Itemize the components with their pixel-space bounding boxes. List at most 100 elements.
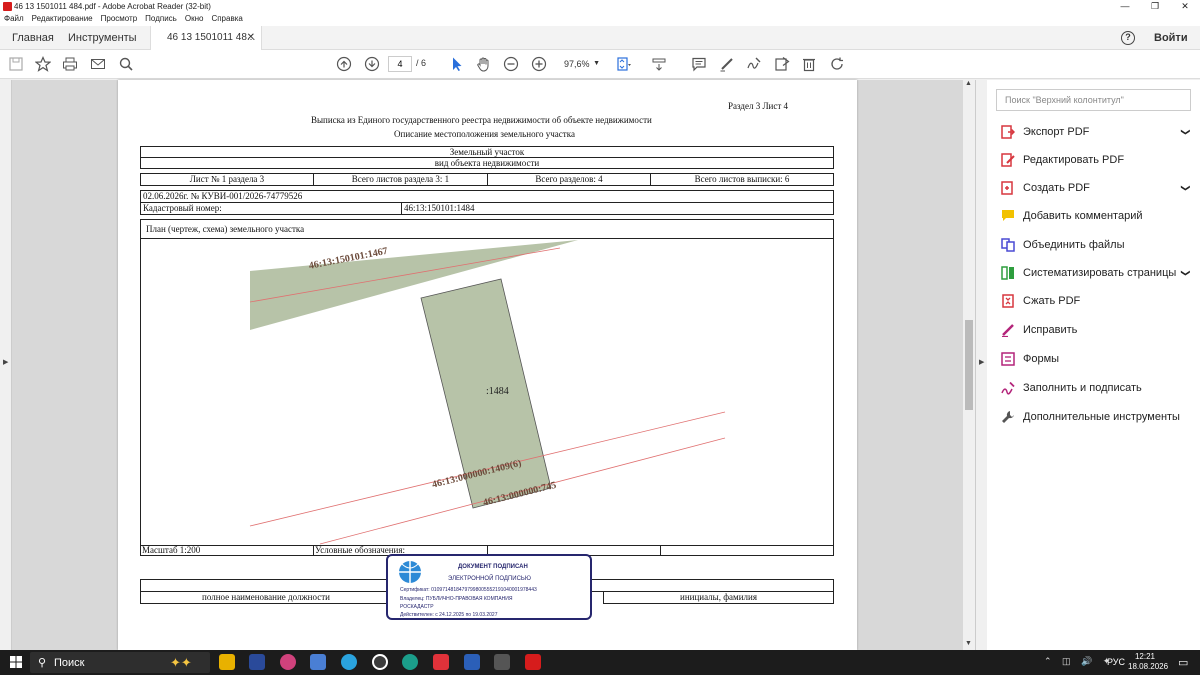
zoom-level-dropdown[interactable]: 97,6% ▼ — [558, 56, 606, 72]
document-subheading: Описание местоположения земельного участ… — [394, 129, 575, 139]
rotate-icon[interactable] — [829, 56, 845, 72]
tab-close-icon[interactable]: ✕ — [247, 26, 255, 50]
telegram-icon[interactable] — [341, 654, 357, 670]
comment-tool-icon — [1002, 210, 1014, 221]
scroll-mode-icon[interactable] — [651, 56, 667, 72]
taskbar-search-box[interactable]: ⚲ Поиск ✦✦ — [30, 652, 210, 673]
page-down-icon[interactable] — [364, 56, 380, 72]
zoom-out-icon[interactable] — [503, 56, 519, 72]
tool-export-pdf[interactable]: Экспорт PDF ❯ — [1001, 122, 1196, 142]
menu-view[interactable]: Просмотр — [101, 14, 138, 26]
app-icon-1[interactable] — [280, 654, 296, 670]
chevron-down-icon: ❯ — [1181, 269, 1192, 277]
sheets-total-cell: Всего листов выписки: 6 — [650, 173, 834, 186]
menu-help[interactable]: Справка — [211, 14, 242, 26]
stamp-owner-org: РОСКАДАСТР — [400, 604, 434, 610]
left-panel-toggle[interactable]: ▶ — [0, 80, 12, 650]
scroll-down-icon[interactable]: ▼ — [965, 640, 972, 647]
print-icon[interactable] — [62, 56, 78, 72]
electronic-signature-stamp: ДОКУМЕНТ ПОДПИСАН ЭЛЕКТРОННОЙ ПОДПИСЬЮ С… — [386, 554, 592, 620]
clock-time: 12:21 — [1134, 652, 1156, 661]
comment-icon[interactable] — [691, 56, 707, 72]
select-cursor-icon[interactable] — [449, 56, 465, 72]
highlight-pen-icon[interactable] — [719, 56, 735, 72]
system-tray-icons[interactable]: ⌃ ◫ 🔊 ✦ — [1044, 656, 1114, 667]
windows-start-icon[interactable] — [10, 656, 22, 668]
help-icon[interactable]: ? — [1121, 31, 1135, 45]
right-panel-toggle[interactable]: ▶ — [975, 80, 987, 650]
tool-more-tools[interactable]: Дополнительные инструменты — [1001, 407, 1196, 427]
acrobat-app-icon — [3, 2, 12, 11]
tool-organize-pages[interactable]: Систематизировать страницы ❯ — [1001, 263, 1196, 283]
page-up-icon[interactable] — [336, 56, 352, 72]
menu-sign[interactable]: Подпись — [145, 14, 177, 26]
acrobat-taskbar-icon[interactable] — [525, 654, 541, 670]
tool-create-pdf[interactable]: Создать PDF ❯ — [1001, 178, 1196, 198]
tool-compress-pdf[interactable]: Сжать PDF — [1001, 291, 1196, 311]
sign-icon[interactable] — [746, 56, 762, 72]
plan-title-cell: План (чертеж, схема) земельного участка — [140, 219, 834, 239]
page-number-input[interactable]: 4 — [388, 56, 412, 72]
fit-page-icon[interactable] — [616, 56, 632, 72]
share-icon[interactable] — [774, 56, 790, 72]
tools-search-input[interactable]: Поиск "Верхний колонтитул" — [996, 89, 1191, 111]
stamp-signed-title: ДОКУМЕНТ ПОДПИСАН — [458, 564, 528, 570]
scroll-up-icon[interactable]: ▲ — [965, 80, 972, 87]
search-highlight-icon: ✦✦ — [170, 655, 192, 670]
archive-icon[interactable] — [494, 654, 510, 670]
document-heading: Выписка из Единого государственного реес… — [311, 115, 652, 125]
scrollbar-thumb[interactable] — [965, 320, 973, 410]
title-bar: 46 13 1501011 484.pdf - Adobe Acrobat Re… — [0, 0, 1200, 14]
tab-tools[interactable]: Инструменты — [68, 26, 137, 50]
app-icon-3[interactable] — [433, 654, 449, 670]
minimize-button[interactable]: — — [1110, 0, 1140, 14]
bookmark-star-icon[interactable] — [34, 56, 52, 72]
hand-tool-icon[interactable] — [476, 56, 492, 72]
tool-fill-sign[interactable]: Заполнить и подписать — [1001, 378, 1196, 398]
chevron-down-icon: ▼ — [593, 60, 600, 67]
language-indicator[interactable]: РУС — [1107, 657, 1125, 667]
tool-redact[interactable]: Исправить — [1001, 320, 1196, 340]
tab-document[interactable]: 46 13 1501011 48... ✕ — [150, 26, 262, 50]
window-title: 46 13 1501011 484.pdf - Adobe Acrobat Re… — [14, 2, 211, 11]
vertical-scrollbar[interactable]: ▲ ▼ — [963, 80, 975, 650]
stamp-validity: Действителен: с 24.12.2025 по 19.03.2027 — [400, 612, 498, 618]
email-icon[interactable] — [90, 56, 106, 72]
close-button[interactable]: ✕ — [1170, 0, 1200, 14]
zoom-in-icon[interactable] — [531, 56, 547, 72]
tool-forms[interactable]: Формы — [1001, 349, 1196, 369]
yandex-browser-icon[interactable] — [249, 654, 265, 670]
page-total: / 6 — [416, 58, 427, 68]
trash-icon[interactable] — [801, 56, 817, 72]
stamp-owner: Владелец: ПУБЛИЧНО-ПРАВОВАЯ КОМПАНИЯ — [400, 596, 513, 602]
tool-add-comment[interactable]: Добавить комментарий — [1001, 206, 1196, 226]
tool-combine-files[interactable]: Объединить файлы — [1001, 235, 1196, 255]
rosreestr-logo-icon — [399, 561, 421, 583]
word-icon[interactable] — [464, 654, 480, 670]
maximize-button[interactable]: ❐ — [1140, 0, 1170, 14]
menu-file[interactable]: Файл — [4, 14, 24, 26]
expand-right-icon: ▶ — [979, 359, 985, 366]
notifications-icon[interactable]: ▭ — [1178, 656, 1188, 669]
browser-icon[interactable] — [372, 654, 388, 670]
clock[interactable]: 12:21 18.08.2026 — [1128, 652, 1168, 672]
file-explorer-icon[interactable] — [219, 654, 235, 670]
search-icon[interactable] — [118, 56, 134, 72]
pdf-page: Раздел 3 Лист 4 Выписка из Единого госуд… — [118, 80, 857, 650]
organize-pages-icon — [1001, 266, 1014, 280]
compress-pdf-icon — [1002, 294, 1014, 308]
tool-edit-pdf[interactable]: Редактировать PDF — [1001, 150, 1196, 170]
wrench-icon — [1002, 411, 1014, 423]
app-icon-2[interactable] — [402, 654, 418, 670]
login-button[interactable]: Войти — [1154, 26, 1188, 50]
section-sheet-label: Раздел 3 Лист 4 — [728, 101, 789, 111]
section-sheets-cell: Всего листов раздела 3: 1 — [313, 173, 488, 186]
tab-home[interactable]: Главная — [12, 26, 54, 50]
menu-window[interactable]: Окно — [185, 14, 204, 26]
menu-edit[interactable]: Редактирование — [32, 14, 93, 26]
initials-label-cell: инициалы, фамилия — [603, 591, 834, 604]
stamp-certificate: Сертификат: 0109714818479799800555219104… — [400, 587, 537, 593]
save-icon[interactable] — [8, 56, 24, 72]
tab-bar: Главная Инструменты 46 13 1501011 48... … — [0, 26, 1200, 50]
calculator-icon[interactable] — [310, 654, 326, 670]
